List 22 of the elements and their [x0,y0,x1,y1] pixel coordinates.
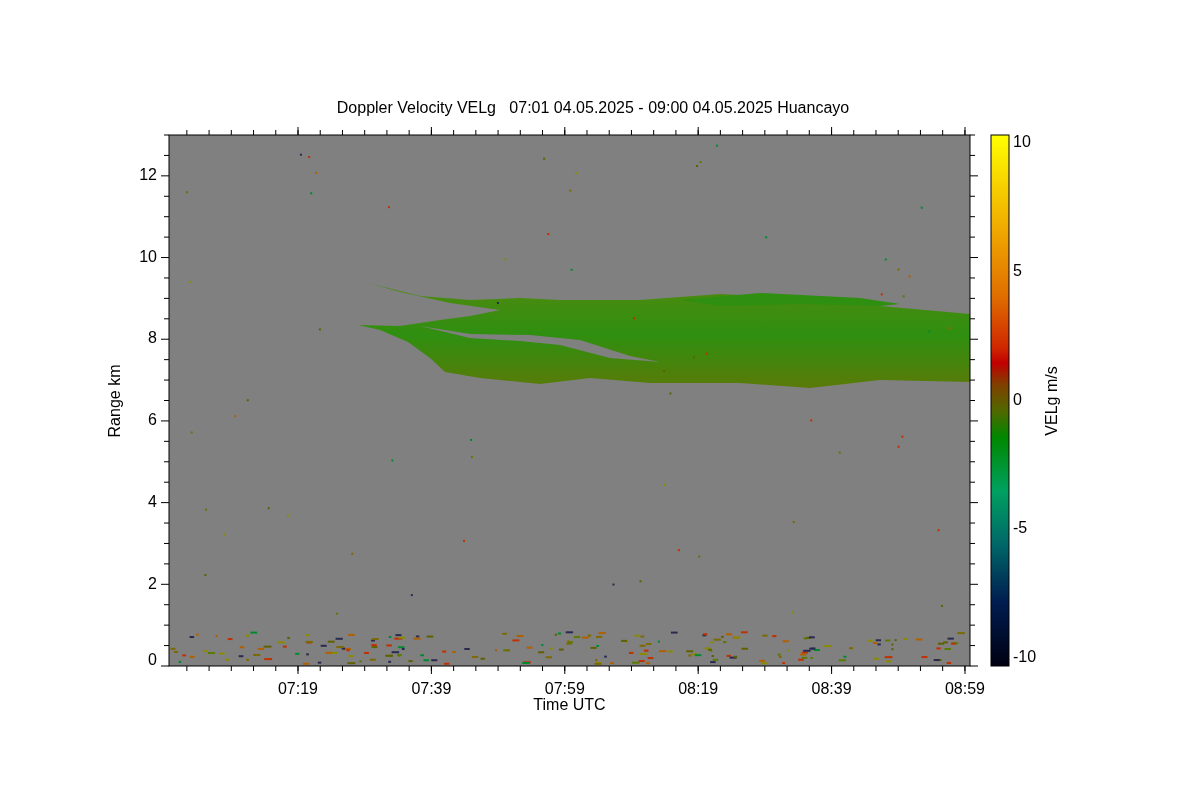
y-tick-label: 2 [148,574,157,592]
colorbar-tick-label: 5 [1013,261,1022,279]
y-tick-label: 10 [139,247,157,265]
x-tick-label: 07:39 [411,680,452,697]
y-tick-label: 12 [139,166,157,184]
y-axis-label: Range km [106,364,124,437]
y-tick-label: 8 [148,329,157,347]
y-tick-label: 0 [148,651,157,669]
colorbar-tick-label: -5 [1013,519,1028,537]
colorbar-tick-label: -10 [1013,648,1037,666]
x-tick-label: 08:19 [678,680,719,697]
colorbar-label: VELg m/s [1043,365,1061,436]
x-tick-label: 08:59 [945,680,985,697]
chart-title: Doppler Velocity VELg 07:01 04.05.2025 - 09:00 04.05.2025 Huancayo [335,98,851,118]
x-tick-label: 08:39 [811,680,852,697]
x-tick-label: 07:19 [278,680,318,697]
x-tick-label: 07:59 [544,680,585,697]
colorbar-tick-label: 0 [1013,390,1022,408]
x-axis-label: Time UTC [532,696,607,714]
y-tick-label: 6 [148,411,157,429]
y-tick-label: 4 [148,492,157,510]
colorbar-tick-label: 10 [1013,133,1031,151]
